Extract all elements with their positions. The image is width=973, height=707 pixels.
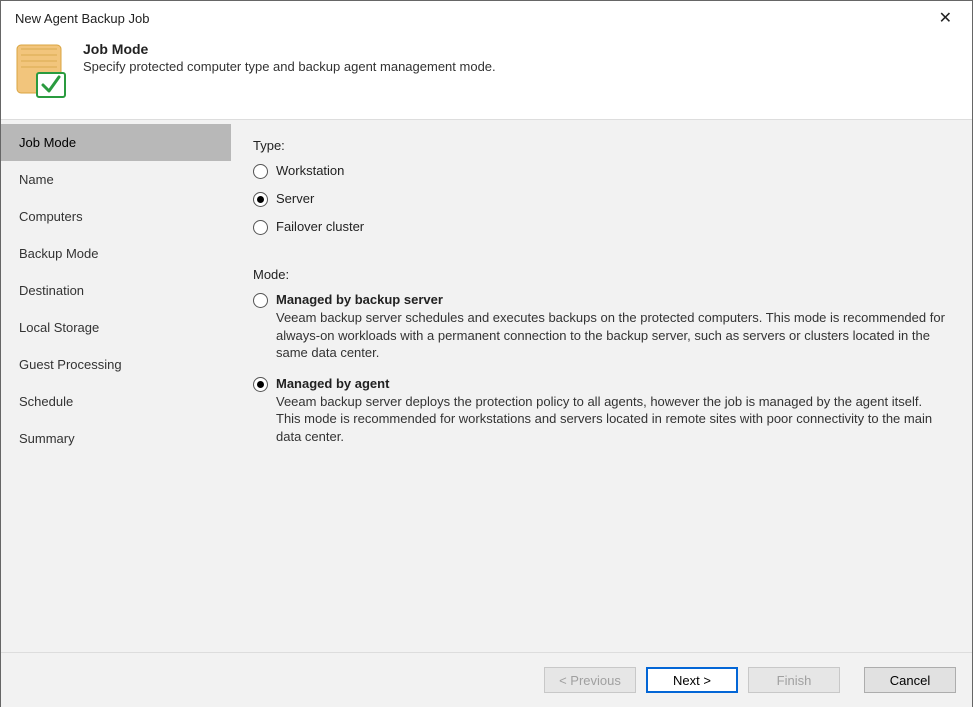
next-button[interactable]: Next >: [646, 667, 738, 693]
radio-label: Managed by agent: [276, 376, 946, 391]
page-subtitle: Specify protected computer type and back…: [83, 59, 496, 74]
close-icon[interactable]: ✕: [931, 6, 960, 30]
cancel-button[interactable]: Cancel: [864, 667, 956, 693]
sidebar-step-guest-processing[interactable]: Guest Processing: [1, 346, 231, 383]
sidebar-step-label: Guest Processing: [19, 357, 122, 372]
radio-icon[interactable]: [253, 293, 268, 308]
sidebar-step-label: Computers: [19, 209, 83, 224]
wizard-icon: [15, 41, 69, 101]
sidebar-step-label: Job Mode: [19, 135, 76, 150]
mode-group-label: Mode:: [253, 267, 946, 282]
sidebar-step-backup-mode[interactable]: Backup Mode: [1, 235, 231, 272]
sidebar-step-label: Backup Mode: [19, 246, 99, 261]
wizard-header-text: Job Mode Specify protected computer type…: [83, 41, 496, 74]
radio-label: Failover cluster: [276, 219, 364, 234]
wizard-header: Job Mode Specify protected computer type…: [1, 35, 972, 120]
radio-label: Workstation: [276, 163, 344, 178]
mode-option-text: Managed by agent Veeam backup server dep…: [276, 376, 946, 446]
previous-button: < Previous: [544, 667, 636, 693]
sidebar-step-label: Summary: [19, 431, 75, 446]
wizard-sidebar: Job Mode Name Computers Backup Mode Dest…: [1, 120, 231, 652]
sidebar-step-destination[interactable]: Destination: [1, 272, 231, 309]
sidebar-step-label: Name: [19, 172, 54, 187]
radio-description: Veeam backup server schedules and execut…: [276, 309, 946, 362]
radio-icon[interactable]: [253, 220, 268, 235]
type-option-failover-cluster[interactable]: Failover cluster: [253, 219, 946, 235]
mode-option-managed-by-backup-server[interactable]: Managed by backup server Veeam backup se…: [253, 292, 946, 362]
radio-icon[interactable]: [253, 377, 268, 392]
sidebar-step-summary[interactable]: Summary: [1, 420, 231, 457]
radio-description: Veeam backup server deploys the protecti…: [276, 393, 946, 446]
type-group-label: Type:: [253, 138, 946, 153]
wizard-body: Job Mode Name Computers Backup Mode Dest…: [1, 120, 972, 652]
sidebar-step-local-storage[interactable]: Local Storage: [1, 309, 231, 346]
wizard-content: Type: Workstation Server Failover cluste…: [231, 120, 972, 652]
sidebar-step-computers[interactable]: Computers: [1, 198, 231, 235]
radio-icon[interactable]: [253, 192, 268, 207]
finish-button: Finish: [748, 667, 840, 693]
titlebar: New Agent Backup Job ✕: [1, 1, 972, 35]
radio-label: Managed by backup server: [276, 292, 946, 307]
sidebar-step-job-mode[interactable]: Job Mode: [1, 124, 231, 161]
radio-icon[interactable]: [253, 164, 268, 179]
sidebar-step-name[interactable]: Name: [1, 161, 231, 198]
type-option-server[interactable]: Server: [253, 191, 946, 207]
sidebar-step-label: Destination: [19, 283, 84, 298]
sidebar-step-schedule[interactable]: Schedule: [1, 383, 231, 420]
radio-label: Server: [276, 191, 314, 206]
wizard-footer: < Previous Next > Finish Cancel: [1, 652, 972, 707]
page-title: Job Mode: [83, 41, 496, 57]
mode-option-text: Managed by backup server Veeam backup se…: [276, 292, 946, 362]
mode-option-managed-by-agent[interactable]: Managed by agent Veeam backup server dep…: [253, 376, 946, 446]
type-option-workstation[interactable]: Workstation: [253, 163, 946, 179]
sidebar-step-label: Schedule: [19, 394, 73, 409]
window-title: New Agent Backup Job: [15, 11, 149, 26]
sidebar-step-label: Local Storage: [19, 320, 99, 335]
